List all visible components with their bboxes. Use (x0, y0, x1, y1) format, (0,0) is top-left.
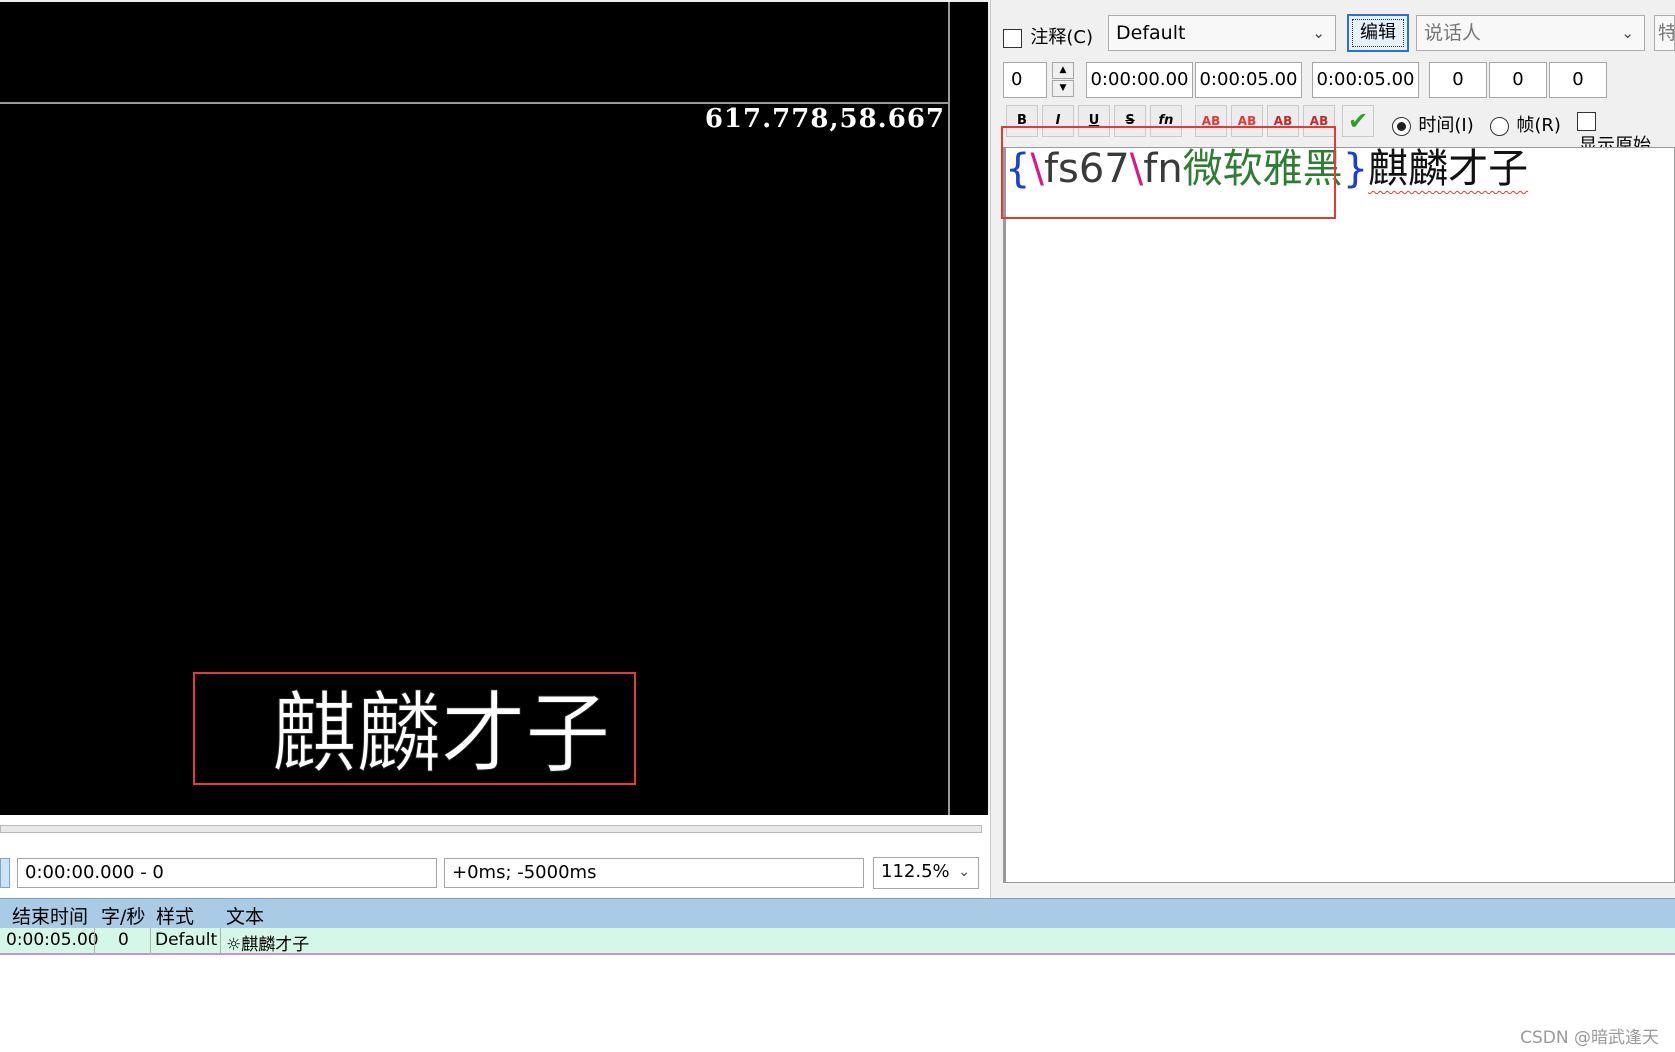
override-brace-close: } (1342, 146, 1369, 192)
frame-radio-label: 帧(R) (1516, 115, 1561, 136)
layer-up-button[interactable]: ▲ (1052, 62, 1074, 79)
show-original-box[interactable] (1577, 111, 1596, 131)
comment-checkbox-box[interactable] (1003, 28, 1022, 48)
row-cps: 0 (118, 930, 129, 950)
chevron-down-icon: ⌄ (1312, 24, 1325, 42)
effect-label: 特 (1658, 22, 1674, 44)
start-time-field[interactable]: 0:00:00.00 (1086, 62, 1193, 98)
margin-right-field[interactable]: 0 (1489, 62, 1547, 98)
time-offset-field[interactable]: +0ms; -5000ms (444, 858, 864, 888)
current-time-field[interactable]: 0:00:00.000 - 0 (17, 858, 437, 888)
duration-field[interactable]: 0:00:05.00 (1312, 62, 1419, 98)
chevron-down-icon: ⌄ (1621, 24, 1634, 42)
column-divider (94, 928, 95, 955)
column-divider (220, 928, 221, 955)
actor-placeholder: 说话人 (1424, 22, 1482, 44)
frame-mode-radio[interactable]: 帧(R) (1490, 111, 1561, 137)
column-text[interactable]: 文本 (226, 902, 264, 929)
layer-field[interactable]: 0 (1003, 62, 1047, 98)
margin-vertical-field[interactable]: 0 (1549, 62, 1607, 98)
cursor-coordinate-readout: 617.778,58.667 (704, 104, 945, 134)
end-time-field[interactable]: 0:00:05.00 (1195, 62, 1302, 98)
comment-checkbox[interactable]: 注释(C) (1003, 23, 1093, 49)
video-seek-bar[interactable] (0, 825, 982, 833)
effect-field[interactable]: 特 (1654, 15, 1675, 51)
check-icon[interactable]: ✔ (1342, 105, 1374, 137)
time-radio-label: 时间(I) (1418, 115, 1474, 136)
highlight-box-editor (1001, 126, 1336, 219)
time-radio-dot[interactable] (1392, 116, 1411, 136)
video-tool-button[interactable] (0, 858, 10, 888)
subtitle-text-editor[interactable] (1003, 147, 1675, 883)
row-style: Default (155, 930, 218, 950)
crosshair-vertical (948, 2, 950, 815)
margin-left-field[interactable]: 0 (1429, 62, 1487, 98)
table-row[interactable]: 0:00:05.00 0 Default ☼麒麟才子 (0, 928, 1675, 955)
actor-select[interactable]: 说话人 ⌄ (1416, 15, 1645, 51)
column-cps[interactable]: 字/秒 (101, 902, 145, 929)
time-mode-radio[interactable]: 时间(I) (1392, 111, 1474, 137)
focus-ring (1352, 19, 1404, 47)
frame-radio-dot[interactable] (1490, 116, 1509, 136)
row-end-time: 0:00:05.00 (6, 930, 99, 950)
row-text: ☼麒麟才子 (226, 935, 310, 955)
column-style[interactable]: 样式 (156, 902, 194, 929)
column-divider (150, 928, 151, 955)
subtitle-grid-header: 结束时间 字/秒 样式 文本 (0, 898, 1675, 928)
chevron-down-icon: ⌄ (958, 864, 970, 880)
zoom-select[interactable]: 112.5% ⌄ (873, 857, 979, 889)
watermark: CSDN @暗武逢天 (1520, 1028, 1659, 1048)
style-select[interactable]: Default ⌄ (1108, 15, 1336, 51)
style-value: Default (1116, 22, 1186, 44)
subtitle-plain-text: 麒麟才子 (1368, 146, 1529, 192)
highlight-box-video (193, 672, 636, 785)
zoom-value: 112.5% (881, 861, 950, 882)
edit-style-button[interactable]: 编辑 (1347, 14, 1409, 52)
comment-label: 注释(C) (1030, 27, 1094, 48)
column-end-time[interactable]: 结束时间 (12, 902, 88, 929)
layer-down-button[interactable]: ▼ (1052, 80, 1074, 97)
